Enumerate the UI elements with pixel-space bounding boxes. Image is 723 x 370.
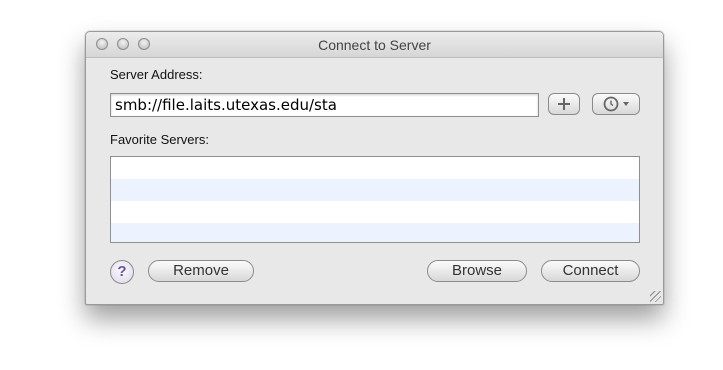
connect-button[interactable]: Connect bbox=[541, 260, 640, 282]
window-title: Connect to Server bbox=[318, 37, 431, 53]
favorite-servers-label: Favorite Servers: bbox=[110, 132, 209, 147]
remove-button[interactable]: Remove bbox=[148, 260, 254, 282]
resize-grip-icon[interactable] bbox=[650, 291, 661, 302]
title-bar[interactable]: Connect to Server bbox=[86, 32, 663, 58]
list-item[interactable] bbox=[111, 157, 639, 179]
help-button[interactable]: ? bbox=[110, 260, 134, 284]
favorite-servers-list[interactable] bbox=[110, 156, 640, 243]
browse-button[interactable]: Browse bbox=[427, 260, 527, 282]
connect-to-server-window: Connect to Server Server Address: smb://… bbox=[85, 31, 664, 305]
server-address-field[interactable]: smb://file.laits.utexas.edu/sta bbox=[110, 93, 539, 117]
plus-icon bbox=[558, 98, 570, 110]
clock-icon bbox=[603, 96, 629, 112]
recent-servers-button[interactable] bbox=[592, 93, 640, 115]
add-favorite-button[interactable] bbox=[548, 93, 580, 115]
list-item[interactable] bbox=[111, 179, 639, 201]
list-item[interactable] bbox=[111, 223, 639, 242]
list-item[interactable] bbox=[111, 201, 639, 223]
server-address-label: Server Address: bbox=[110, 67, 203, 82]
